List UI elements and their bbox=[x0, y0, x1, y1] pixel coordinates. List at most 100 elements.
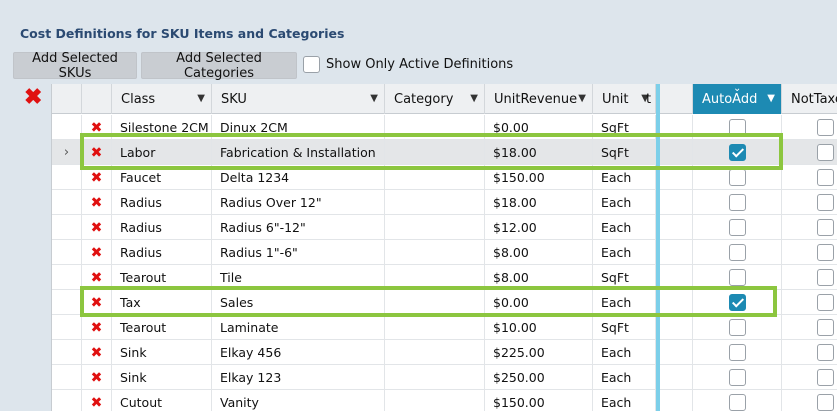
auto-add-checkbox[interactable] bbox=[728, 194, 746, 211]
cell-category[interactable] bbox=[385, 215, 485, 240]
delete-all-icon[interactable]: ✖ bbox=[24, 86, 42, 108]
cell-auto-add[interactable] bbox=[693, 290, 782, 315]
cell-not-taxed[interactable] bbox=[782, 190, 837, 215]
filter-icon[interactable]: ▼ bbox=[370, 93, 378, 104]
cell-unit-revenue[interactable]: $150.00 bbox=[485, 165, 593, 190]
delete-row-icon[interactable]: ✖ bbox=[82, 365, 112, 390]
cell-class[interactable]: Silestone 2CM bbox=[112, 115, 212, 140]
auto-add-checkbox[interactable] bbox=[728, 394, 746, 411]
cell-sku[interactable]: Dinux 2CM bbox=[212, 115, 385, 140]
cell-unit-revenue[interactable]: $18.00 bbox=[485, 140, 593, 165]
not-taxed-checkbox[interactable] bbox=[817, 219, 834, 236]
auto-add-checkbox[interactable] bbox=[728, 244, 746, 261]
cell-auto-add[interactable] bbox=[693, 215, 782, 240]
cell-unit[interactable]: Each bbox=[593, 340, 656, 365]
cell-not-taxed[interactable] bbox=[782, 315, 837, 340]
delete-row-icon[interactable]: ✖ bbox=[82, 265, 112, 290]
table-row[interactable]: ✖ Tearout Tile $8.00 SqFt bbox=[52, 265, 837, 290]
delete-row-icon[interactable]: ✖ bbox=[82, 190, 112, 215]
filter-icon[interactable]: ▼ bbox=[578, 93, 586, 104]
header-sku[interactable]: SKU ▼ bbox=[212, 84, 385, 114]
cell-unit[interactable]: SqFt bbox=[593, 265, 656, 290]
header-category[interactable]: Category ▼ bbox=[385, 84, 485, 114]
cell-auto-add[interactable] bbox=[693, 315, 782, 340]
cell-unit[interactable]: Each bbox=[593, 390, 656, 411]
table-row[interactable]: ✖ Sink Elkay 456 $225.00 Each bbox=[52, 340, 837, 365]
cell-sku[interactable]: Tile bbox=[212, 265, 385, 290]
cell-unit[interactable]: Each bbox=[593, 240, 656, 265]
filter-icon[interactable]: ▼ bbox=[197, 93, 205, 104]
cell-not-taxed[interactable] bbox=[782, 340, 837, 365]
table-row[interactable]: › ✖ Labor Fabrication & Installation $18.00 S… bbox=[52, 140, 837, 165]
cell-unit-revenue[interactable]: $8.00 bbox=[485, 240, 593, 265]
cell-auto-add[interactable] bbox=[693, 115, 782, 140]
cell-sku[interactable]: Radius 6"-12" bbox=[212, 215, 385, 240]
cell-class[interactable]: Sink bbox=[112, 340, 212, 365]
cell-auto-add[interactable] bbox=[693, 140, 782, 165]
not-taxed-checkbox[interactable] bbox=[817, 169, 834, 186]
cell-sku[interactable]: Sales bbox=[212, 290, 385, 315]
filter-icon[interactable]: ▼ bbox=[767, 93, 775, 104]
auto-add-checkbox[interactable] bbox=[728, 369, 746, 386]
auto-add-checkbox[interactable] bbox=[728, 294, 746, 311]
cell-category[interactable] bbox=[385, 190, 485, 215]
cell-unit[interactable]: SqFt bbox=[593, 115, 656, 140]
cell-unit-revenue[interactable]: $12.00 bbox=[485, 215, 593, 240]
delete-row-icon[interactable]: ✖ bbox=[82, 290, 112, 315]
cell-class[interactable]: Cutout bbox=[112, 390, 212, 411]
not-taxed-checkbox[interactable] bbox=[817, 294, 834, 311]
show-only-active-checkbox[interactable] bbox=[303, 56, 320, 73]
cell-unit[interactable]: Each bbox=[593, 365, 656, 390]
cell-sku[interactable]: Radius Over 12" bbox=[212, 190, 385, 215]
cell-class[interactable]: Radius bbox=[112, 240, 212, 265]
cell-sku[interactable]: Fabrication & Installation bbox=[212, 140, 385, 165]
header-auto-add[interactable]: ⌄ AutoAdd ▼ bbox=[693, 83, 782, 114]
cell-sku[interactable]: Elkay 456 bbox=[212, 340, 385, 365]
cell-category[interactable] bbox=[385, 265, 485, 290]
delete-row-icon[interactable]: ✖ bbox=[82, 240, 112, 265]
cell-class[interactable]: Radius bbox=[112, 215, 212, 240]
not-taxed-checkbox[interactable] bbox=[817, 144, 834, 161]
delete-row-icon[interactable]: ✖ bbox=[82, 390, 112, 411]
cell-not-taxed[interactable] bbox=[782, 140, 837, 165]
auto-add-checkbox[interactable] bbox=[728, 144, 746, 161]
cell-category[interactable] bbox=[385, 365, 485, 390]
cell-unit-revenue[interactable]: $8.00 bbox=[485, 265, 593, 290]
cell-unit-revenue[interactable]: $250.00 bbox=[485, 365, 593, 390]
table-row[interactable]: ✖ Radius Radius 1"-6" $8.00 Each bbox=[52, 240, 837, 265]
delete-row-icon[interactable]: ✖ bbox=[82, 115, 112, 140]
cell-category[interactable] bbox=[385, 340, 485, 365]
cell-unit[interactable]: SqFt bbox=[593, 315, 656, 340]
delete-row-icon[interactable]: ✖ bbox=[82, 215, 112, 240]
not-taxed-checkbox[interactable] bbox=[817, 394, 834, 411]
cell-auto-add[interactable] bbox=[693, 390, 782, 411]
cell-class[interactable]: Faucet bbox=[112, 165, 212, 190]
cell-not-taxed[interactable] bbox=[782, 115, 837, 140]
not-taxed-checkbox[interactable] bbox=[817, 319, 834, 336]
delete-row-icon[interactable]: ✖ bbox=[82, 140, 112, 165]
cell-class[interactable]: Tearout bbox=[112, 265, 212, 290]
cell-category[interactable] bbox=[385, 115, 485, 140]
cell-unit[interactable]: Each bbox=[593, 190, 656, 215]
auto-add-checkbox[interactable] bbox=[728, 319, 746, 336]
cell-unit[interactable]: Each bbox=[593, 290, 656, 315]
cell-unit-revenue[interactable]: $225.00 bbox=[485, 340, 593, 365]
cell-not-taxed[interactable] bbox=[782, 365, 837, 390]
table-row[interactable]: ✖ Cutout Vanity $150.00 Each bbox=[52, 390, 837, 411]
show-only-active-toggle[interactable]: Show Only Active Definitions bbox=[303, 56, 513, 73]
cell-sku[interactable]: Vanity bbox=[212, 390, 385, 411]
table-row[interactable]: ✖ Tax Sales $0.00 Each bbox=[52, 290, 837, 315]
cell-unit-revenue[interactable]: $150.00 bbox=[485, 390, 593, 411]
cell-category[interactable] bbox=[385, 240, 485, 265]
cell-auto-add[interactable] bbox=[693, 240, 782, 265]
cell-not-taxed[interactable] bbox=[782, 290, 837, 315]
cell-category[interactable] bbox=[385, 165, 485, 190]
cell-sku[interactable]: Delta 1234 bbox=[212, 165, 385, 190]
cell-unit[interactable]: Each bbox=[593, 165, 656, 190]
column-resize-divider[interactable] bbox=[656, 84, 660, 411]
header-unit-revenue[interactable]: UnitRevenue ▼ bbox=[485, 84, 593, 114]
cell-unit-revenue[interactable]: $18.00 bbox=[485, 190, 593, 215]
auto-add-checkbox[interactable] bbox=[728, 219, 746, 236]
cell-category[interactable] bbox=[385, 315, 485, 340]
cell-sku[interactable]: Elkay 123 bbox=[212, 365, 385, 390]
